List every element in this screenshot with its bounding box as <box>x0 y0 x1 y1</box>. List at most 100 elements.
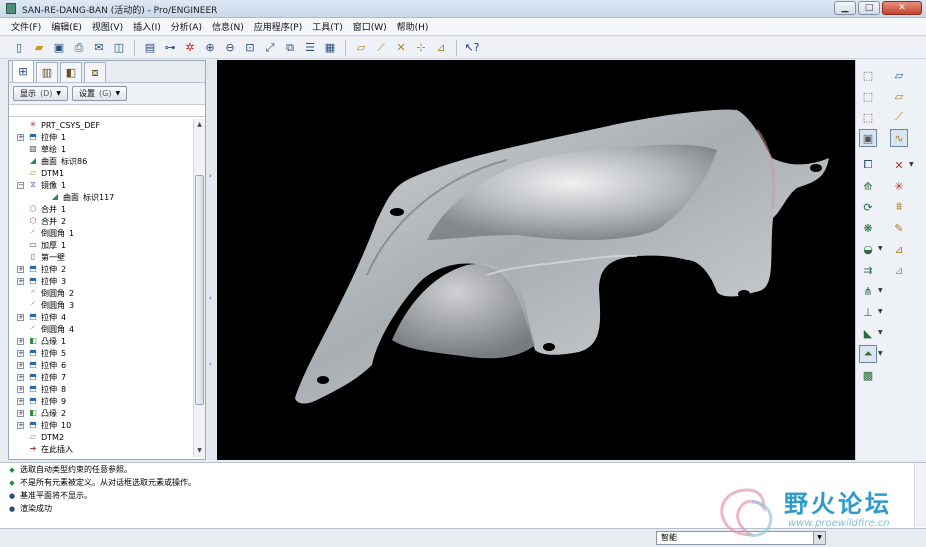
tree-item[interactable]: ▨ 草绘 1 <box>9 143 193 155</box>
extrude-tool-icon[interactable]: ⟰ <box>859 177 877 195</box>
menu-help[interactable]: 帮助(H) <box>392 20 434 33</box>
annotation-display-icon[interactable]: ⊿ <box>432 39 450 57</box>
collapse-arrow-icon[interactable]: › <box>209 294 213 302</box>
menu-window[interactable]: 窗口(W) <box>348 20 392 33</box>
context-help-icon[interactable]: ↖? <box>463 39 481 57</box>
sketch-tool-icon[interactable]: ✎ <box>890 219 908 237</box>
tree-item[interactable]: + ⬒ 拉伸 4 <box>9 311 193 323</box>
expand-icon[interactable]: + <box>17 373 24 381</box>
tree-item[interactable]: + ⬒ 拉伸 2 <box>9 263 193 275</box>
csys-display-icon[interactable]: ⊹ <box>412 39 430 57</box>
menu-info[interactable]: 信息(N) <box>207 20 249 33</box>
tree-item[interactable]: + ⬒ 拉伸 6 <box>9 359 193 371</box>
refit-icon[interactable]: ⊡ <box>241 39 259 57</box>
tree-item[interactable]: ✳ PRT_CSYS_DEF <box>9 119 193 131</box>
close-window-icon[interactable]: ◫ <box>110 39 128 57</box>
tree-item[interactable]: ▱ DTM1 <box>9 167 193 179</box>
folder-browser-tab-icon[interactable]: ▥ <box>36 62 58 82</box>
chevron-down-icon[interactable]: ▼ <box>878 245 883 252</box>
menu-insert[interactable]: 插入(I) <box>128 20 166 33</box>
model-tree-tab-icon[interactable]: ⊞ <box>12 60 34 82</box>
favorites-tab-icon[interactable]: ◧ <box>60 62 82 82</box>
close-button[interactable]: ✕ <box>882 1 922 15</box>
tree-item[interactable]: ◜ 倒圆角 1 <box>9 227 193 239</box>
tree-item[interactable]: ◢ 曲面 标识117 <box>9 191 193 203</box>
expand-icon[interactable]: + <box>17 385 24 393</box>
menu-edit[interactable]: 编辑(E) <box>46 20 87 33</box>
chevron-down-icon[interactable]: ▼ <box>878 329 883 336</box>
zoom-out-icon[interactable]: ⊖ <box>221 39 239 57</box>
shell-tool-icon[interactable]: ⇉ <box>859 261 877 279</box>
pattern-tool-icon[interactable]: ▩ <box>859 366 877 384</box>
tree-item[interactable]: + ◧ 凸缘 1 <box>9 335 193 347</box>
datum-csys-icon[interactable]: ✳ <box>890 177 908 195</box>
menu-analysis[interactable]: 分析(A) <box>166 20 207 33</box>
connections-tab-icon[interactable]: ⧈ <box>84 62 106 82</box>
expand-icon[interactable]: + <box>17 349 24 357</box>
reorient-icon[interactable]: ⤢ <box>261 39 279 57</box>
datum-plane-icon[interactable]: ▱ <box>890 66 908 84</box>
chevron-down-icon[interactable]: ▼ <box>909 161 914 168</box>
no-hidden-icon[interactable]: ⬚ <box>859 87 877 105</box>
tree-item[interactable]: + ⬒ 拉伸 8 <box>9 383 193 395</box>
shaded-icon[interactable]: ▣ <box>859 129 877 147</box>
expand-icon[interactable]: + <box>17 337 24 345</box>
layers-icon[interactable]: ☰ <box>301 39 319 57</box>
hole-tool-icon[interactable]: ◒ <box>859 240 877 258</box>
datum-plane-tool-icon[interactable]: ⧠ <box>859 156 877 174</box>
draft-tool-icon[interactable]: ⊥ <box>859 303 877 321</box>
zoom-in-icon[interactable]: ⊕ <box>201 39 219 57</box>
hidden-line-icon[interactable]: ⬚ <box>859 108 877 126</box>
tree-item[interactable]: ▯ 第一壁 <box>9 251 193 263</box>
expand-icon[interactable]: + <box>17 409 24 417</box>
shading-icon[interactable]: ⬚ <box>859 66 877 84</box>
chevron-down-icon[interactable]: ▼ <box>878 350 883 357</box>
saved-views-icon[interactable]: ⧉ <box>281 39 299 57</box>
show-dropdown[interactable]: 显示 (D) ▼ <box>13 86 69 101</box>
chevron-down-icon[interactable]: ▼ <box>878 308 883 315</box>
expand-icon[interactable]: + <box>17 361 24 369</box>
settings-dropdown[interactable]: 设置 (G) ▼ <box>72 86 128 101</box>
tree-item[interactable]: ◢ 曲面 标识86 <box>9 155 193 167</box>
datum-display-icon[interactable]: ⊶ <box>161 39 179 57</box>
expand-icon[interactable]: + <box>17 397 24 405</box>
menu-applications[interactable]: 应用程序(P) <box>249 20 307 33</box>
tree-item[interactable]: + ◧ 凸缘 2 <box>9 407 193 419</box>
scroll-down-icon[interactable]: ▼ <box>194 445 205 457</box>
tree-item[interactable]: + ⬒ 拉伸 1 <box>9 131 193 143</box>
datum-plane-icon[interactable]: ▱ <box>890 87 908 105</box>
panel-splitter[interactable]: › › › <box>207 60 217 460</box>
email-icon[interactable]: ✉ <box>90 39 108 57</box>
tree-item[interactable]: + ⬒ 拉伸 9 <box>9 395 193 407</box>
collapse-arrow-icon[interactable]: › <box>209 172 213 180</box>
collapse-arrow-icon[interactable]: › <box>209 360 213 368</box>
menu-file[interactable]: 文件(F) <box>6 20 46 33</box>
datum-plane-edit-icon[interactable]: ⊿ <box>890 240 908 258</box>
chamfer-tool-icon[interactable]: ⏶ <box>859 345 877 363</box>
sweep-tool-icon[interactable]: ❋ <box>859 219 877 237</box>
tree-item[interactable]: ◜ 倒圆角 2 <box>9 287 193 299</box>
expand-icon[interactable]: + <box>17 133 24 141</box>
datum-curve-icon[interactable]: ∿ <box>890 129 908 147</box>
tree-item[interactable]: + ⬒ 拉伸 7 <box>9 371 193 383</box>
tree-item[interactable]: ➔ 在此插入 <box>9 443 193 455</box>
round-tool-icon[interactable]: ◣ <box>859 324 877 342</box>
tree-item[interactable]: + ⬒ 拉伸 5 <box>9 347 193 359</box>
menu-tools[interactable]: 工具(T) <box>307 20 348 33</box>
tree-item[interactable]: ▱ DTM2 <box>9 431 193 443</box>
save-icon[interactable]: ▣ <box>50 39 68 57</box>
tree-item[interactable]: ◜ 倒圆角 3 <box>9 299 193 311</box>
print-icon[interactable]: ⎙ <box>70 39 88 57</box>
tree-item[interactable]: + ⬒ 拉伸 3 <box>9 275 193 287</box>
tree-item[interactable]: ⬡ 合并 1 <box>9 203 193 215</box>
menu-view[interactable]: 视图(V) <box>87 20 128 33</box>
revolve-tool-icon[interactable]: ⟳ <box>859 198 877 216</box>
tree-item[interactable]: ⬡ 合并 2 <box>9 215 193 227</box>
expand-icon[interactable]: + <box>17 313 24 321</box>
point-display-icon[interactable]: ✕ <box>392 39 410 57</box>
minimize-button[interactable]: ▁ <box>834 1 856 15</box>
expand-icon[interactable]: + <box>17 265 24 273</box>
tree-scrollbar[interactable]: ▲ ▼ <box>193 119 205 457</box>
plane-display-icon[interactable]: ▱ <box>352 39 370 57</box>
datum-axis-icon[interactable]: ⟋ <box>890 108 908 126</box>
